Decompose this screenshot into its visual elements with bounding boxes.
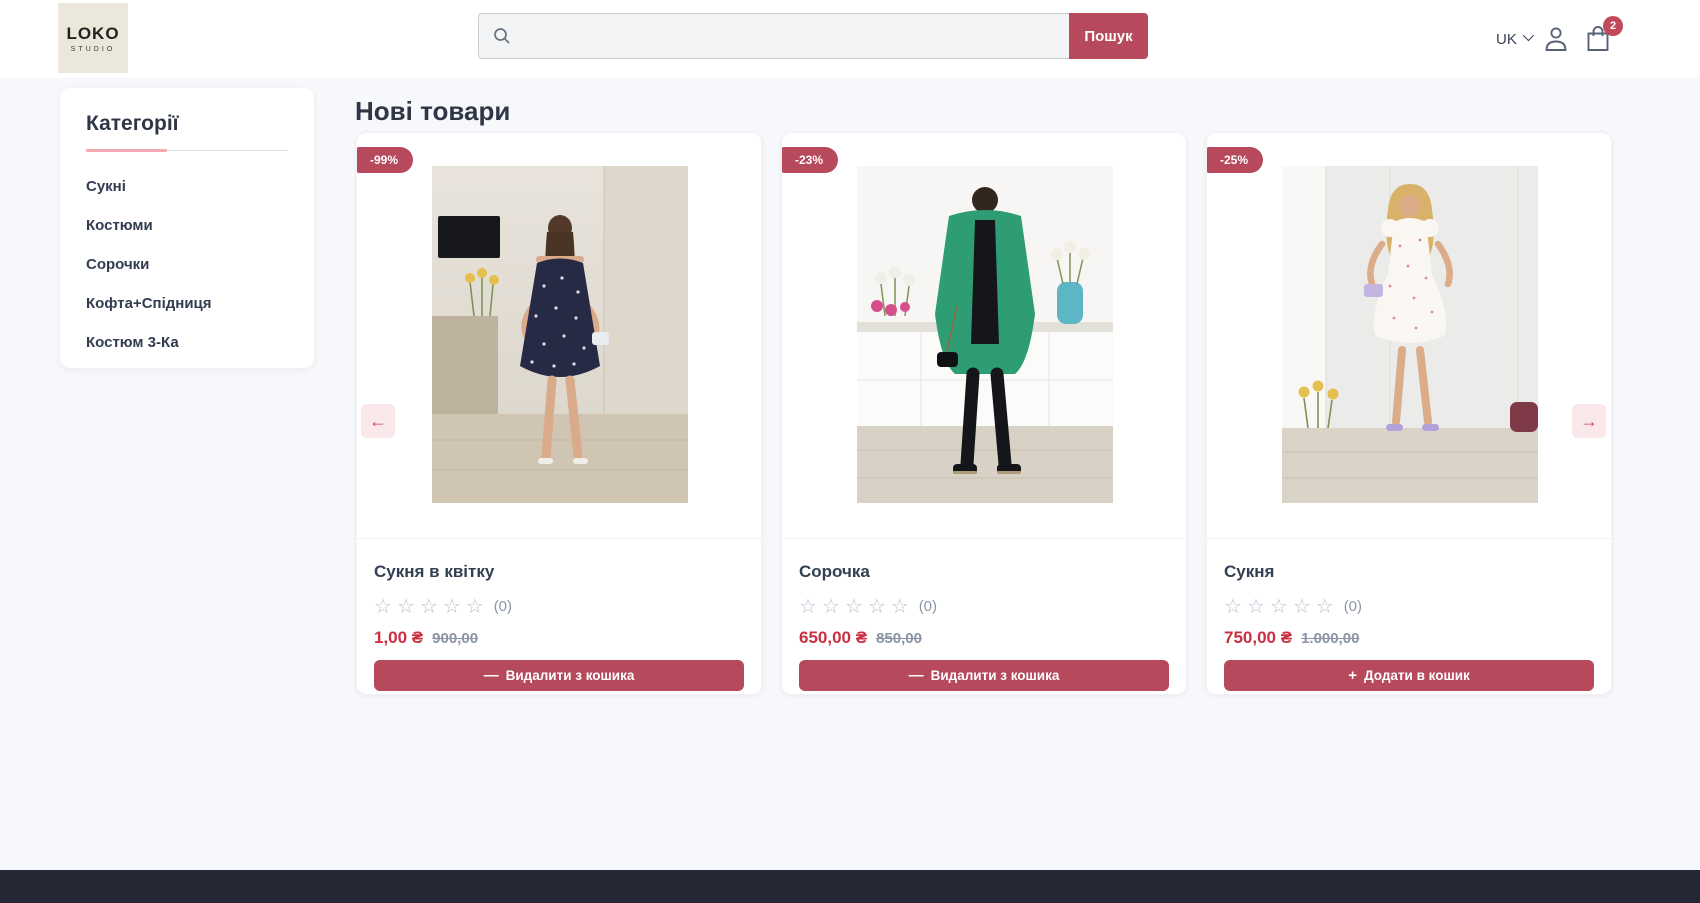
sidebar-item-kostiumy[interactable]: Костюми	[86, 217, 153, 234]
categories-title: Категорії	[86, 112, 288, 136]
star-icon[interactable]: ☆	[374, 594, 392, 619]
sidebar-item-sorochky[interactable]: Сорочки	[86, 256, 149, 273]
minus-icon: —	[909, 667, 924, 684]
footer	[0, 870, 1700, 903]
current-price: 1,00 ₴	[374, 628, 423, 648]
star-icon[interactable]: ☆	[1316, 594, 1334, 619]
old-price: 900,00	[432, 630, 478, 647]
star-icon[interactable]: ☆	[397, 594, 415, 619]
search-box[interactable]	[478, 13, 1069, 59]
rating: ☆ ☆ ☆ ☆ ☆ (0)	[374, 594, 744, 619]
sidebar-item-sukni[interactable]: Сукні	[86, 178, 126, 195]
cart-button[interactable]: 2	[1585, 25, 1613, 55]
product-image[interactable]	[857, 166, 1113, 503]
product-image[interactable]	[1282, 166, 1538, 503]
product-card: -99%	[356, 132, 762, 695]
sidebar-item-kofta-spidnytsia[interactable]: Кофта+Спідниця	[86, 295, 212, 312]
header: LOKO STUDIO Пошук UK 2	[0, 0, 1700, 78]
language-selector[interactable]: UK	[1496, 0, 1531, 78]
star-icon[interactable]: ☆	[420, 594, 438, 619]
search-bar: Пошук	[478, 13, 1148, 59]
minus-icon: —	[484, 667, 499, 684]
product-title[interactable]: Сукня в квітку	[374, 562, 744, 582]
product-card: -23%	[781, 132, 1187, 695]
logo-subtext: STUDIO	[71, 46, 115, 53]
list-item: Костюм 3-Ка	[86, 334, 288, 352]
star-icon[interactable]: ☆	[799, 594, 817, 619]
price-row: 650,00 ₴ 850,00	[799, 628, 1169, 648]
button-label: Додати в кошик	[1364, 668, 1470, 683]
price-row: 750,00 ₴ 1.000,00	[1224, 628, 1594, 648]
arrow-left-icon: ←	[369, 411, 387, 432]
language-label: UK	[1496, 31, 1517, 48]
button-label: Видалити з кошика	[931, 668, 1060, 683]
rating: ☆ ☆ ☆ ☆ ☆ (0)	[799, 594, 1169, 619]
list-item: Кофта+Спідниця	[86, 295, 288, 313]
star-icon[interactable]: ☆	[891, 594, 909, 619]
carousel-next-button[interactable]: →	[1572, 404, 1606, 438]
chevron-down-icon	[1523, 30, 1534, 41]
star-icon[interactable]: ☆	[1270, 594, 1288, 619]
arrow-right-icon: →	[1580, 411, 1598, 432]
star-icon[interactable]: ☆	[1224, 594, 1242, 619]
list-item: Сорочки	[86, 256, 288, 274]
current-price: 750,00 ₴	[1224, 628, 1292, 648]
product-info: Сукня ☆ ☆ ☆ ☆ ☆ (0) 750,00 ₴ 1.000,00 + …	[1207, 538, 1611, 694]
discount-badge: -23%	[782, 147, 838, 173]
page-title: Нові товари	[355, 96, 510, 127]
carousel-prev-button[interactable]: ←	[361, 404, 395, 438]
title-underline	[86, 149, 288, 152]
star-icon[interactable]: ☆	[466, 594, 484, 619]
add-to-cart-button[interactable]: + Додати в кошик	[1224, 660, 1594, 691]
star-icon[interactable]: ☆	[845, 594, 863, 619]
rating: ☆ ☆ ☆ ☆ ☆ (0)	[1224, 594, 1594, 619]
rating-count: (0)	[919, 598, 937, 615]
user-icon	[1543, 25, 1569, 53]
star-icon[interactable]: ☆	[1247, 594, 1265, 619]
product-title[interactable]: Сукня	[1224, 562, 1594, 582]
logo-text: LOKO	[66, 24, 119, 44]
old-price: 850,00	[876, 630, 922, 647]
remove-from-cart-button[interactable]: — Видалити з кошика	[799, 660, 1169, 691]
current-price: 650,00 ₴	[799, 628, 867, 648]
logo[interactable]: LOKO STUDIO	[58, 3, 128, 73]
search-button[interactable]: Пошук	[1069, 13, 1148, 59]
discount-badge: -99%	[357, 147, 413, 173]
search-icon	[492, 26, 512, 46]
product-image[interactable]	[432, 166, 688, 503]
list-item: Костюми	[86, 217, 288, 235]
list-item: Сукні	[86, 178, 288, 196]
categories-panel: Категорії Сукні Костюми Сорочки Кофта+Сп…	[60, 88, 314, 368]
remove-from-cart-button[interactable]: — Видалити з кошика	[374, 660, 744, 691]
star-icon[interactable]: ☆	[1293, 594, 1311, 619]
search-input[interactable]	[522, 28, 1069, 45]
discount-badge: -25%	[1207, 147, 1263, 173]
star-icon[interactable]: ☆	[868, 594, 886, 619]
account-button[interactable]	[1543, 25, 1569, 53]
product-info: Сукня в квітку ☆ ☆ ☆ ☆ ☆ (0) 1,00 ₴ 900,…	[357, 538, 761, 694]
product-card: -25%	[1206, 132, 1612, 695]
button-label: Видалити з кошика	[506, 668, 635, 683]
star-icon[interactable]: ☆	[443, 594, 461, 619]
product-title[interactable]: Сорочка	[799, 562, 1169, 582]
rating-count: (0)	[494, 598, 512, 615]
cart-count-badge: 2	[1603, 16, 1623, 36]
category-list: Сукні Костюми Сорочки Кофта+Спідниця Кос…	[86, 178, 288, 352]
sidebar-item-kostium-3ka[interactable]: Костюм 3-Ка	[86, 334, 179, 351]
price-row: 1,00 ₴ 900,00	[374, 628, 744, 648]
old-price: 1.000,00	[1301, 630, 1359, 647]
rating-count: (0)	[1344, 598, 1362, 615]
plus-icon: +	[1348, 667, 1357, 684]
product-info: Сорочка ☆ ☆ ☆ ☆ ☆ (0) 650,00 ₴ 850,00 — …	[782, 538, 1186, 694]
star-icon[interactable]: ☆	[822, 594, 840, 619]
